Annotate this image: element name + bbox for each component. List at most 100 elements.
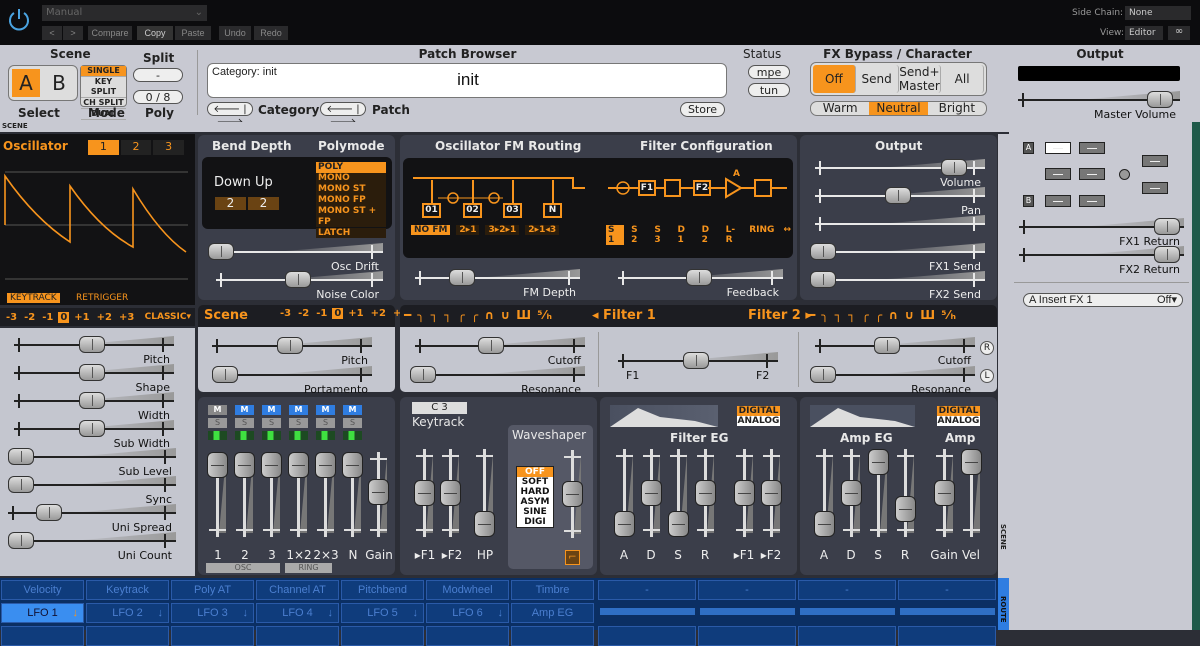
scene-octave-+2[interactable]: +2 xyxy=(369,308,388,319)
waveshaper-type-soft[interactable]: SOFT xyxy=(517,477,553,487)
mixer-channel-3-slider[interactable] xyxy=(261,452,282,537)
keytrack-toggle[interactable]: KEYTRACK xyxy=(7,293,60,303)
fx-slot-send-1[interactable] xyxy=(1045,168,1071,180)
mod-source-modwheel[interactable]: Modwheel xyxy=(426,580,509,600)
filter2-label[interactable]: Filter 2 ▸ xyxy=(748,308,812,323)
feedback-slider[interactable]: Feedback xyxy=(618,269,783,299)
filter-config-5[interactable]: L-R xyxy=(724,225,743,245)
paste-button[interactable]: Paste xyxy=(175,26,211,40)
mpe-button[interactable]: mpe xyxy=(748,65,790,79)
slider-handle[interactable] xyxy=(288,452,309,478)
fx-slot-send-2[interactable] xyxy=(1079,168,1105,180)
mod-source-lfo-1[interactable]: LFO 1 ↓ xyxy=(1,603,84,623)
route-side-tab[interactable]: ROUTE xyxy=(998,578,1009,630)
analog-option[interactable]: ANALOG xyxy=(937,416,980,426)
filter2-type-selector[interactable]: ━ ╮ ┐ ┐ ╭ ╭ ∩ ∪ Ш ⁵⁄ₕ xyxy=(808,308,957,322)
slider-handle[interactable] xyxy=(8,448,34,465)
solo-button[interactable]: S xyxy=(262,418,281,428)
filter-eg-a-slider[interactable] xyxy=(614,449,635,537)
solo-button[interactable]: S xyxy=(235,418,254,428)
osc-pitch-slider[interactable]: Pitch xyxy=(14,336,174,366)
scene-b-button[interactable]: B xyxy=(45,69,73,97)
scene-octave--1[interactable]: -1 xyxy=(314,308,329,319)
slider-handle[interactable] xyxy=(284,271,311,288)
filter-config-0[interactable]: S 1 xyxy=(606,225,625,245)
osc-octave-+2[interactable]: +2 xyxy=(95,312,114,323)
osc-uni-count-slider[interactable]: Uni Count xyxy=(8,532,176,562)
fm-mode-2[interactable]: 3▸2▸1 xyxy=(485,225,520,235)
scene-octave--3[interactable]: -3 xyxy=(278,308,293,319)
arrow-down-icon[interactable]: ↓ xyxy=(73,604,79,622)
prev-preset-button[interactable]: < xyxy=(42,26,62,40)
mod-source-lfo-4[interactable]: LFO 4 ↓ xyxy=(256,603,339,623)
scene-octave-0[interactable]: 0 xyxy=(332,308,344,319)
amp-eg-gain-slider[interactable] xyxy=(934,449,955,537)
arrow-down-icon[interactable]: ↓ xyxy=(498,604,504,622)
mixer-channel-5-slider[interactable] xyxy=(315,452,336,537)
osc-octave-+1[interactable]: +1 xyxy=(72,312,91,323)
solo-button[interactable]: S xyxy=(208,418,227,428)
slider-handle[interactable] xyxy=(261,452,282,478)
fx-slot-master-1[interactable] xyxy=(1142,155,1168,167)
mute-button[interactable]: M xyxy=(235,405,254,415)
slider-handle[interactable] xyxy=(368,478,389,505)
polymode-mono-fp[interactable]: MONO FP xyxy=(316,195,386,206)
waveshaper-type-asym[interactable]: ASYM xyxy=(517,497,553,507)
scene-mode-single[interactable]: SINGLE xyxy=(81,66,126,77)
copy-button[interactable]: Copy xyxy=(137,26,173,40)
slider-handle[interactable] xyxy=(695,480,716,506)
slider-handle[interactable] xyxy=(895,495,916,522)
filter-config-2[interactable]: S 3 xyxy=(652,225,670,245)
slider-handle[interactable] xyxy=(685,269,712,286)
slider-handle[interactable] xyxy=(474,511,495,537)
mod-source--[interactable]: - xyxy=(698,580,796,600)
mod-source-lfo-6[interactable]: LFO 6 ↓ xyxy=(426,603,509,623)
noise-color-slider[interactable]: Noise Color xyxy=(216,271,383,301)
filter2-cutoff-slider[interactable]: Cutoff xyxy=(815,337,975,367)
slider-handle[interactable] xyxy=(478,337,504,354)
mod-source-row3[interactable] xyxy=(798,626,896,646)
filter-balance-slider[interactable] xyxy=(618,352,778,372)
fx2-return-slider[interactable]: FX2 Return xyxy=(1019,246,1184,276)
slider-handle[interactable] xyxy=(562,481,583,507)
mute-button[interactable]: M xyxy=(343,405,362,415)
amp-eg-s-slider[interactable] xyxy=(868,449,889,537)
slider-handle[interactable] xyxy=(814,511,835,537)
fx-slot-b-insert-2[interactable] xyxy=(1079,195,1105,207)
mod-source-keytrack[interactable]: Keytrack xyxy=(86,580,169,600)
character-bright[interactable]: Bright xyxy=(928,102,986,115)
scene-octave--2[interactable]: -2 xyxy=(296,308,311,319)
slider-handle[interactable] xyxy=(1154,246,1180,263)
slider-handle[interactable] xyxy=(810,271,836,288)
filter-left-button[interactable]: L xyxy=(980,369,994,383)
mod-source-channel-at[interactable]: Channel AT xyxy=(256,580,339,600)
mod-source-row3[interactable] xyxy=(898,626,996,646)
mod-source-pitchbend[interactable]: Pitchbend xyxy=(341,580,424,600)
scene-pitch-slider[interactable]: Pitch xyxy=(212,337,372,367)
retrigger-toggle[interactable]: RETRIGGER xyxy=(76,293,128,303)
solo-button[interactable]: S xyxy=(343,418,362,428)
pan-slider[interactable]: Pan xyxy=(815,187,985,217)
mod-source--[interactable]: - xyxy=(598,580,696,600)
oscillator-tab-2[interactable]: 2 xyxy=(120,140,152,155)
slider-handle[interactable] xyxy=(885,187,911,204)
mod-slot-bar[interactable] xyxy=(900,608,995,615)
side-chain-dropdown[interactable]: None xyxy=(1125,6,1191,20)
fx-slot-b-insert-1[interactable] xyxy=(1045,195,1071,207)
mod-source-lfo-5[interactable]: LFO 5 ↓ xyxy=(341,603,424,623)
master-volume-slider[interactable]: Master Volume xyxy=(1018,91,1180,121)
redo-button[interactable]: Redo xyxy=(254,26,288,40)
osc-shape-slider[interactable]: Shape xyxy=(14,364,174,394)
mute-button[interactable]: M xyxy=(262,405,281,415)
mute-button[interactable]: M xyxy=(316,405,335,415)
fm-depth-slider[interactable]: FM Depth xyxy=(415,269,580,299)
polymode-mono[interactable]: MONO xyxy=(316,173,386,184)
slider-handle[interactable] xyxy=(448,269,475,286)
mod-source-row3[interactable] xyxy=(341,626,424,646)
scene-a-button[interactable]: A xyxy=(12,69,40,97)
view-dropdown[interactable]: Editor xyxy=(1125,26,1163,40)
fx1-return-slider[interactable]: FX1 Return xyxy=(1019,218,1184,248)
filter-config-3[interactable]: D 1 xyxy=(676,225,695,245)
amp-eg-a-slider[interactable] xyxy=(814,449,835,537)
slider-handle[interactable] xyxy=(35,504,62,521)
